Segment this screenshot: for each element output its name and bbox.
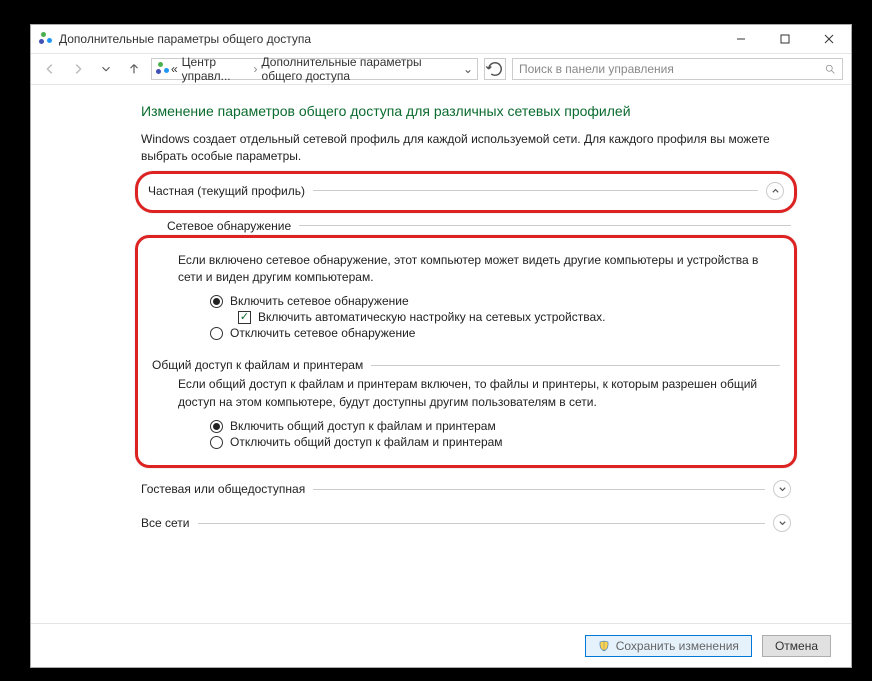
- maximize-button[interactable]: [763, 25, 807, 53]
- page-intro: Windows создает отдельный сетевой профил…: [141, 131, 791, 165]
- radio-sharing-off[interactable]: Отключить общий доступ к файлам и принте…: [210, 435, 780, 449]
- radio-icon: [210, 295, 223, 308]
- expander-title: Частная (текущий профиль): [148, 184, 305, 198]
- up-button[interactable]: [123, 58, 145, 80]
- expander-title: Все сети: [141, 516, 190, 530]
- search-placeholder: Поиск в панели управления: [519, 62, 674, 76]
- button-label: Сохранить изменения: [616, 639, 739, 653]
- footer: Сохранить изменения Отмена: [31, 623, 851, 667]
- radio-discovery-off[interactable]: Отключить сетевое обнаружение: [210, 326, 780, 340]
- radio-icon: [210, 327, 223, 340]
- breadcrumb-item[interactable]: Центр управл...: [182, 55, 250, 83]
- close-button[interactable]: [807, 25, 851, 53]
- toolbar: « Центр управл... › Дополнительные парам…: [31, 53, 851, 85]
- checkbox-label: Включить автоматическую настройку на сет…: [258, 310, 606, 324]
- checkbox-icon: ✓: [238, 311, 251, 324]
- chevron-down-icon[interactable]: [773, 514, 791, 532]
- chevron-down-icon[interactable]: [773, 480, 791, 498]
- divider: [299, 225, 791, 226]
- save-button[interactable]: Сохранить изменения: [585, 635, 752, 657]
- recent-dropdown[interactable]: [95, 58, 117, 80]
- divider: [198, 523, 766, 524]
- divider: [313, 489, 765, 490]
- radio-label: Отключить общий доступ к файлам и принте…: [230, 435, 503, 449]
- back-button[interactable]: [39, 58, 61, 80]
- divider: [313, 190, 758, 191]
- page-heading: Изменение параметров общего доступа для …: [141, 103, 791, 119]
- expander-header-guest[interactable]: Гостевая или общедоступная: [141, 476, 791, 502]
- expander-title: Гостевая или общедоступная: [141, 482, 305, 496]
- section-network-discovery: Сетевое обнаружение: [167, 219, 791, 233]
- control-panel-icon: [156, 62, 167, 76]
- forward-button[interactable]: [67, 58, 89, 80]
- chevron-up-icon[interactable]: [766, 182, 784, 200]
- profile-private: Частная (текущий профиль) Сетевое обнару…: [141, 171, 791, 469]
- minimize-button[interactable]: [719, 25, 763, 53]
- section-subtitle: Общий доступ к файлам и принтерам: [152, 358, 363, 372]
- highlight-private-body: Если включено сетевое обнаружение, этот …: [135, 235, 797, 469]
- breadcrumb[interactable]: « Центр управл... › Дополнительные парам…: [151, 58, 478, 80]
- radio-discovery-on[interactable]: Включить сетевое обнаружение: [210, 294, 780, 308]
- content-area: Изменение параметров общего доступа для …: [31, 85, 851, 623]
- radio-sharing-on[interactable]: Включить общий доступ к файлам и принтер…: [210, 419, 780, 433]
- radio-label: Включить сетевое обнаружение: [230, 294, 409, 308]
- checkbox-auto-setup[interactable]: ✓ Включить автоматическую настройку на с…: [238, 310, 780, 324]
- button-label: Отмена: [775, 639, 818, 653]
- radio-label: Отключить сетевое обнаружение: [230, 326, 415, 340]
- app-icon: [39, 32, 53, 46]
- section-file-sharing: Общий доступ к файлам и принтерам: [152, 358, 780, 372]
- section-subtitle: Сетевое обнаружение: [167, 219, 291, 233]
- expander-header-all[interactable]: Все сети: [141, 510, 791, 536]
- profile-all-networks: Все сети: [141, 510, 791, 536]
- discovery-description: Если включено сетевое обнаружение, этот …: [178, 252, 780, 287]
- search-input[interactable]: Поиск в панели управления: [512, 58, 843, 80]
- highlight-private-header: Частная (текущий профиль): [135, 171, 797, 213]
- chevron-down-icon[interactable]: ⌄: [463, 62, 473, 76]
- shield-icon: [598, 640, 610, 652]
- refresh-button[interactable]: [484, 58, 506, 80]
- expander-header-private[interactable]: Частная (текущий профиль): [148, 178, 784, 204]
- profile-guest: Гостевая или общедоступная: [141, 476, 791, 502]
- cancel-button[interactable]: Отмена: [762, 635, 831, 657]
- search-icon: [824, 63, 836, 75]
- divider: [371, 365, 780, 366]
- sharing-description: Если общий доступ к файлам и принтерам в…: [178, 376, 780, 411]
- radio-label: Включить общий доступ к файлам и принтер…: [230, 419, 496, 433]
- radio-icon: [210, 436, 223, 449]
- window-frame: Дополнительные параметры общего доступа …: [30, 24, 852, 668]
- titlebar: Дополнительные параметры общего доступа: [31, 25, 851, 53]
- breadcrumb-item[interactable]: Дополнительные параметры общего доступа: [262, 55, 459, 83]
- radio-icon: [210, 420, 223, 433]
- breadcrumb-prefix: «: [171, 62, 178, 76]
- chevron-right-icon: ›: [254, 62, 258, 76]
- window-title: Дополнительные параметры общего доступа: [59, 32, 311, 46]
